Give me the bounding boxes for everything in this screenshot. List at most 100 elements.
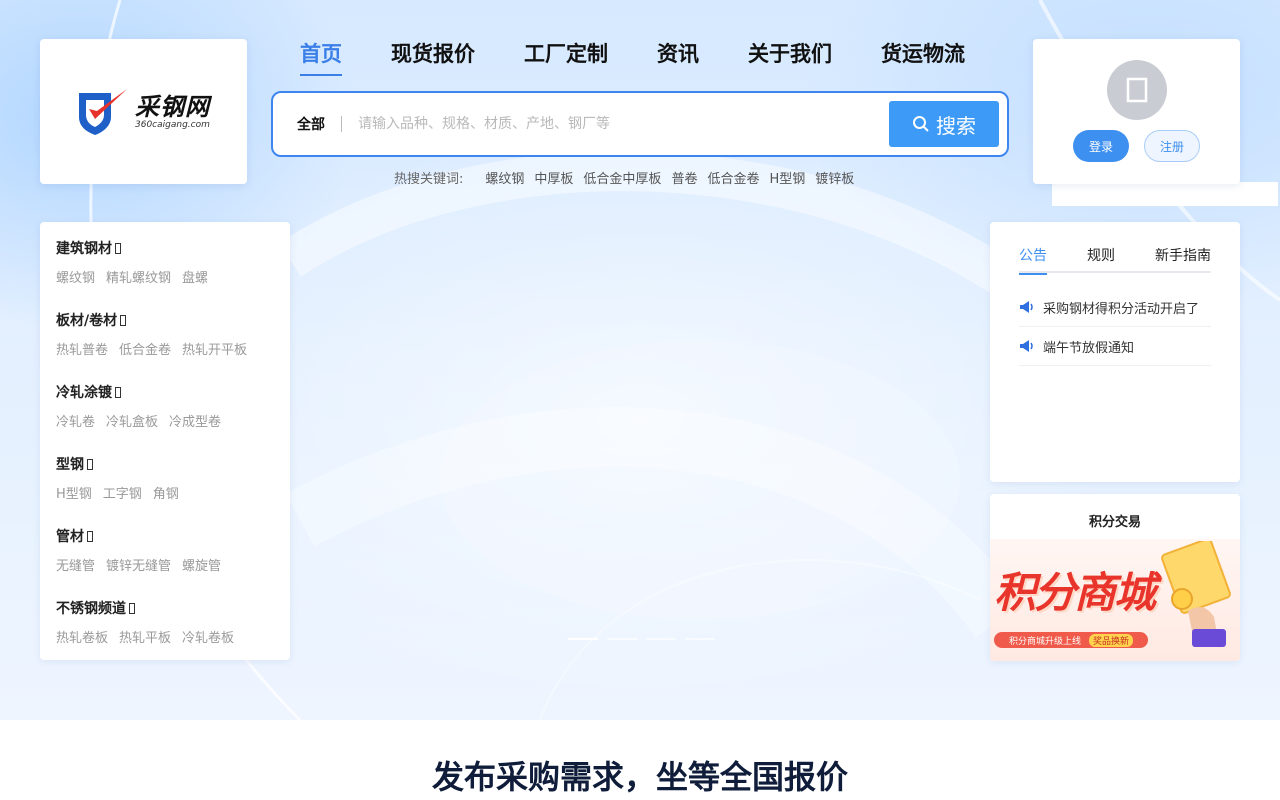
user-icon bbox=[1126, 77, 1148, 103]
category-link[interactable]: 螺纹钢 bbox=[56, 267, 95, 286]
category-title[interactable]: 管材 bbox=[56, 526, 232, 546]
carousel-dot[interactable] bbox=[685, 638, 715, 640]
notice-tabs: 公告 规则 新手指南 bbox=[1019, 245, 1211, 275]
search-icon bbox=[913, 116, 929, 132]
category-title-text: 管材 bbox=[56, 529, 84, 545]
carousel-dot[interactable] bbox=[568, 638, 598, 640]
category-link[interactable]: 冷轧卷板 bbox=[182, 627, 234, 646]
carousel-dot[interactable] bbox=[646, 638, 676, 640]
nav-item-spot-price[interactable]: 现货报价 bbox=[391, 38, 475, 76]
megaphone-icon bbox=[1020, 301, 1033, 313]
category-link[interactable]: H型钢 bbox=[56, 483, 92, 502]
logo-card[interactable]: 采钢网 360caigang.com bbox=[40, 39, 247, 184]
ticket-illustration-icon bbox=[1161, 541, 1231, 647]
category-group: 不锈钢频道 热轧卷板 热轧平板 冷轧卷板 bbox=[56, 598, 245, 646]
category-group: 板材/卷材 热轧普卷 低合金卷 热轧开平板 bbox=[56, 310, 258, 358]
avatar[interactable] bbox=[1107, 60, 1167, 120]
user-card: 登录 注册 bbox=[1033, 39, 1240, 184]
category-title[interactable]: 板材/卷材 bbox=[56, 310, 258, 330]
logo-domain: 360caigang.com bbox=[135, 119, 210, 130]
nav-item-logistics[interactable]: 货运物流 bbox=[881, 38, 965, 76]
category-link[interactable]: 热轧开平板 bbox=[182, 339, 247, 358]
category-panel: 建筑钢材 螺纹钢 精轧螺纹钢 盘螺 板材/卷材 热轧普卷 低合金卷 热轧开平板 … bbox=[40, 222, 290, 660]
user-card-overlay bbox=[1052, 182, 1278, 206]
category-title[interactable]: 建筑钢材 bbox=[56, 238, 219, 258]
category-title-text: 板材/卷材 bbox=[56, 313, 118, 329]
list-item[interactable]: 采购钢材得积分活动开启了 bbox=[1019, 288, 1211, 327]
hot-keyword[interactable]: H型钢 bbox=[769, 168, 805, 187]
category-group: 建筑钢材 螺纹钢 精轧螺纹钢 盘螺 bbox=[56, 238, 219, 286]
tab-rules[interactable]: 规则 bbox=[1087, 245, 1115, 273]
category-link[interactable]: 冷轧卷 bbox=[56, 411, 95, 430]
points-mall-card[interactable]: 积分交易 积分商城 积分商城升级上线 奖品换新 bbox=[990, 494, 1240, 661]
nav-item-about[interactable]: 关于我们 bbox=[748, 38, 832, 76]
search-button-label: 搜索 bbox=[936, 113, 976, 138]
category-group: 型钢 H型钢 工字钢 角钢 bbox=[56, 454, 190, 502]
notice-item-text: 采购钢材得积分活动开启了 bbox=[1043, 301, 1200, 317]
hot-keyword[interactable]: 普卷 bbox=[671, 168, 697, 187]
points-mall-banner[interactable]: 积分商城 积分商城升级上线 奖品换新 bbox=[990, 539, 1240, 661]
category-link[interactable]: 热轧普卷 bbox=[56, 339, 108, 358]
carousel-dot[interactable] bbox=[607, 638, 637, 640]
notice-item-text: 端午节放假通知 bbox=[1043, 340, 1135, 356]
carousel-indicators bbox=[568, 638, 715, 640]
category-link[interactable]: 镀锌无缝管 bbox=[106, 555, 171, 574]
category-link[interactable]: 低合金卷 bbox=[119, 339, 171, 358]
category-link[interactable]: 冷成型卷 bbox=[169, 411, 221, 430]
category-group: 管材 无缝管 镀锌无缝管 螺旋管 bbox=[56, 526, 232, 574]
category-title-text: 建筑钢材 bbox=[56, 241, 112, 257]
chevron-right-icon bbox=[87, 530, 93, 542]
category-link[interactable]: 螺旋管 bbox=[182, 555, 221, 574]
megaphone-icon bbox=[1020, 340, 1033, 352]
chevron-right-icon bbox=[87, 458, 93, 470]
chevron-right-icon bbox=[120, 314, 127, 326]
category-title[interactable]: 不锈钢频道 bbox=[56, 598, 245, 618]
nav-item-home[interactable]: 首页 bbox=[300, 38, 342, 76]
logo-name: 采钢网 bbox=[135, 92, 210, 121]
category-link[interactable]: 无缝管 bbox=[56, 555, 95, 574]
hot-keyword[interactable]: 中厚板 bbox=[534, 168, 573, 187]
logo-emblem-icon bbox=[79, 88, 127, 135]
points-banner-text: 积分商城 bbox=[994, 568, 1156, 617]
category-group: 冷轧涂镀 冷轧卷 冷轧盒板 冷成型卷 bbox=[56, 382, 232, 430]
points-promo-strip: 积分商城升级上线 奖品换新 bbox=[994, 632, 1148, 648]
category-link[interactable]: 热轧平板 bbox=[119, 627, 171, 646]
nav-item-factory-custom[interactable]: 工厂定制 bbox=[524, 38, 608, 76]
tab-beginner-guide[interactable]: 新手指南 bbox=[1155, 245, 1211, 273]
login-button[interactable]: 登录 bbox=[1073, 130, 1129, 162]
hot-keyword[interactable]: 低合金卷 bbox=[707, 168, 759, 187]
hot-keyword[interactable]: 低合金中厚板 bbox=[583, 168, 661, 187]
category-link[interactable]: 角钢 bbox=[153, 483, 179, 502]
tab-announcement[interactable]: 公告 bbox=[1019, 245, 1047, 275]
category-title-text: 型钢 bbox=[56, 457, 84, 473]
logo[interactable]: 采钢网 360caigang.com bbox=[77, 87, 210, 137]
notice-list: 采购钢材得积分活动开启了 端午节放假通知 bbox=[1019, 288, 1211, 366]
notice-card: 公告 规则 新手指南 采购钢材得积分活动开启了 端午节放假通知 bbox=[990, 222, 1240, 482]
section-title: 发布采购需求，坐等全国报价 bbox=[431, 758, 848, 796]
search-input[interactable] bbox=[358, 104, 889, 144]
main-nav: 首页 现货报价 工厂定制 资讯 关于我们 货运物流 bbox=[300, 38, 1014, 76]
category-link[interactable]: 热轧卷板 bbox=[56, 627, 108, 646]
search-scope-selector[interactable]: 全部 bbox=[297, 114, 325, 134]
nav-item-news[interactable]: 资讯 bbox=[657, 38, 699, 76]
search-button[interactable]: 搜索 bbox=[889, 101, 999, 147]
register-button[interactable]: 注册 bbox=[1144, 130, 1200, 162]
search-divider bbox=[341, 116, 342, 132]
chevron-right-icon bbox=[115, 386, 121, 398]
points-title: 积分交易 bbox=[1088, 515, 1141, 530]
category-link[interactable]: 精轧螺纹钢 bbox=[106, 267, 171, 286]
hot-keyword[interactable]: 螺纹钢 bbox=[485, 168, 524, 187]
category-title-text: 不锈钢频道 bbox=[56, 601, 126, 617]
category-title[interactable]: 冷轧涂镀 bbox=[56, 382, 232, 402]
hot-keywords: 热搜关键词: 螺纹钢 中厚板 低合金中厚板 普卷 低合金卷 H型钢 镀锌板 bbox=[394, 168, 864, 187]
points-strip-highlight: 奖品换新 bbox=[1089, 633, 1134, 647]
category-title[interactable]: 型钢 bbox=[56, 454, 190, 474]
category-link[interactable]: 盘螺 bbox=[182, 267, 208, 286]
points-strip-text: 积分商城升级上线 bbox=[1008, 636, 1081, 647]
category-link[interactable]: 冷轧盒板 bbox=[106, 411, 158, 430]
list-item[interactable]: 端午节放假通知 bbox=[1019, 327, 1211, 366]
category-link[interactable]: 工字钢 bbox=[103, 483, 142, 502]
category-title-text: 冷轧涂镀 bbox=[56, 385, 112, 401]
hot-keyword[interactable]: 镀锌板 bbox=[815, 168, 854, 187]
chevron-right-icon bbox=[115, 242, 121, 254]
